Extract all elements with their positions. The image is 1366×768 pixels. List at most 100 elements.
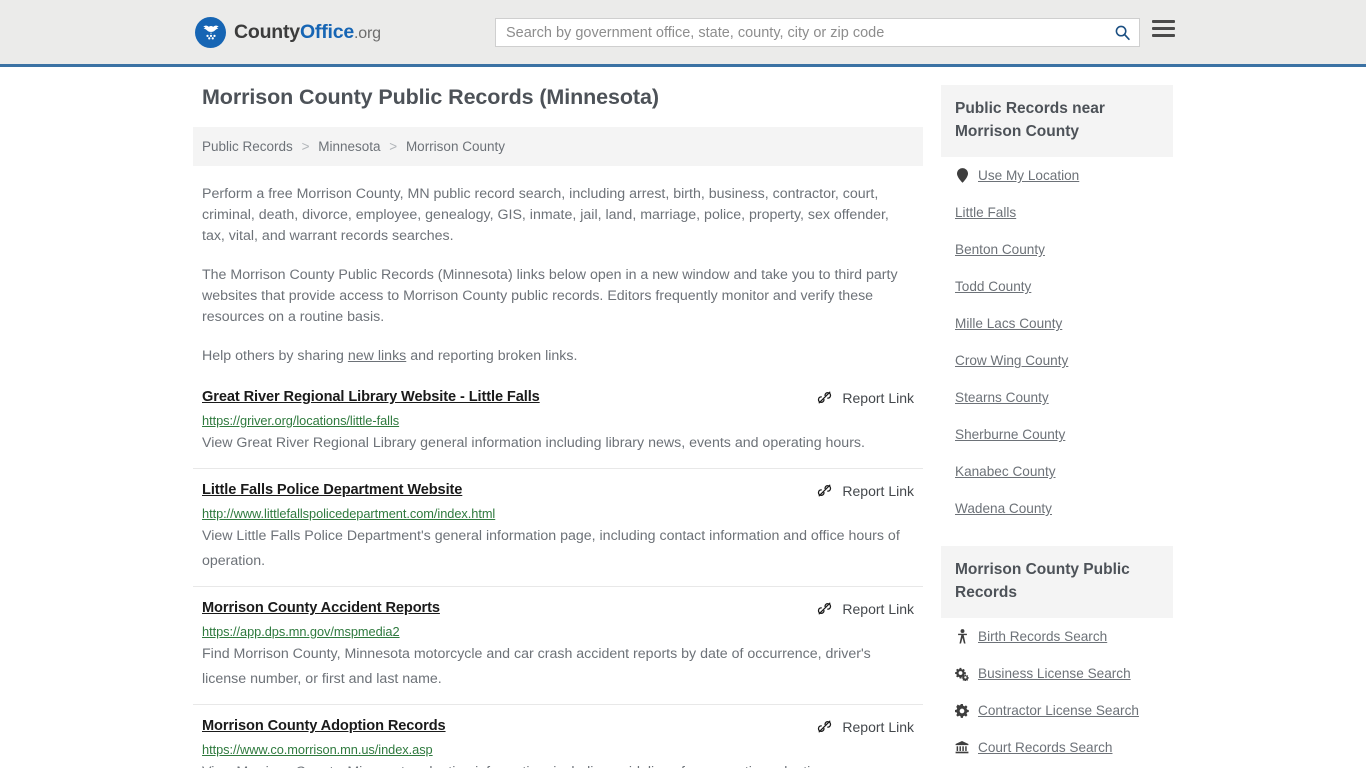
hamburger-bar bbox=[1152, 34, 1175, 37]
result-url[interactable]: http://www.littlefallspolicedepartment.c… bbox=[202, 506, 914, 521]
hamburger-bar bbox=[1152, 27, 1175, 30]
sidebar-link-label[interactable]: Kanabec County bbox=[955, 464, 1056, 479]
sidebar-heading-records: Morrison County Public Records bbox=[941, 546, 1173, 618]
sidebar: Public Records near Morrison County Use … bbox=[941, 85, 1173, 766]
result-item: Little Falls Police Department Website R… bbox=[193, 482, 923, 587]
report-link-button[interactable]: Report Link bbox=[816, 482, 914, 499]
sidebar-item-use-my-location[interactable]: Use My Location bbox=[955, 157, 1159, 194]
site-header: CountyOffice.org bbox=[0, 0, 1366, 67]
intro-text-after-link: and reporting broken links. bbox=[406, 348, 578, 364]
cogs-icon bbox=[955, 667, 969, 681]
sidebar-item-birth-records-search[interactable]: Birth Records Search bbox=[955, 618, 1159, 655]
sidebar-item-court-records-search[interactable]: Court Records Search bbox=[955, 729, 1159, 766]
result-description: Find Morrison County, Minnesota motorcyc… bbox=[202, 646, 871, 687]
result-item: Great River Regional Library Website - L… bbox=[193, 389, 923, 469]
breadcrumb-item-morrison-county[interactable]: Morrison County bbox=[406, 139, 505, 154]
breadcrumb-item-public-records[interactable]: Public Records bbox=[202, 139, 293, 154]
result-title-link[interactable]: Morrison County Adoption Records bbox=[202, 718, 446, 734]
hamburger-bar bbox=[1152, 20, 1175, 23]
sidebar-item-todd-county[interactable]: Todd County bbox=[955, 268, 1159, 305]
logo-text-county: County bbox=[234, 20, 300, 43]
broken-link-icon bbox=[818, 602, 832, 615]
page-container: Morrison County Public Records (Minnesot… bbox=[193, 67, 1173, 768]
result-title-link[interactable]: Morrison County Accident Reports bbox=[202, 600, 440, 616]
sidebar-link-label[interactable]: Contractor License Search bbox=[978, 703, 1139, 718]
eagle-seal-icon bbox=[195, 16, 226, 48]
sidebar-item-contractor-license-search[interactable]: Contractor License Search bbox=[955, 692, 1159, 729]
search-bar[interactable] bbox=[495, 18, 1140, 47]
sidebar-link-label[interactable]: Birth Records Search bbox=[978, 629, 1107, 644]
sidebar-item-benton-county[interactable]: Benton County bbox=[955, 231, 1159, 268]
sidebar-link-label[interactable]: Use My Location bbox=[978, 168, 1079, 183]
breadcrumb-separator-icon: > bbox=[389, 139, 398, 154]
results-list: Great River Regional Library Website - L… bbox=[193, 389, 923, 768]
sidebar-item-kanabec-county[interactable]: Kanabec County bbox=[955, 453, 1159, 490]
sidebar-near-list: Use My Location Little Falls Benton Coun… bbox=[941, 157, 1173, 527]
result-title-link[interactable]: Little Falls Police Department Website bbox=[202, 482, 462, 498]
search-icon bbox=[1115, 25, 1130, 41]
logo-text-office: Office bbox=[299, 20, 355, 43]
sidebar-link-label[interactable]: Court Records Search bbox=[978, 740, 1112, 755]
result-description: View Morrison County, Minnesota adoption… bbox=[202, 760, 914, 768]
intro-section: Perform a free Morrison County, MN publi… bbox=[193, 184, 923, 367]
baby-icon bbox=[955, 629, 969, 644]
report-link-button[interactable]: Report Link bbox=[816, 600, 914, 617]
broken-link-icon bbox=[818, 391, 832, 404]
sidebar-link-label[interactable]: Crow Wing County bbox=[955, 353, 1068, 368]
sidebar-link-label[interactable]: Mille Lacs County bbox=[955, 316, 1062, 331]
result-title-link[interactable]: Great River Regional Library Website - L… bbox=[202, 389, 540, 405]
intro-text-before-link: Help others by sharing bbox=[202, 348, 348, 364]
map-pin-icon bbox=[955, 168, 969, 183]
report-link-label: Report Link bbox=[842, 600, 914, 617]
site-logo[interactable]: CountyOffice.org bbox=[195, 16, 381, 48]
sidebar-link-label[interactable]: Stearns County bbox=[955, 390, 1049, 405]
result-header: Great River Regional Library Website - L… bbox=[202, 389, 914, 406]
search-input[interactable] bbox=[496, 24, 1105, 41]
logo-text-dotorg: .org bbox=[354, 24, 381, 42]
result-header: Morrison County Accident Reports Report … bbox=[202, 600, 914, 617]
sidebar-link-label[interactable]: Wadena County bbox=[955, 501, 1052, 516]
sidebar-link-label[interactable]: Benton County bbox=[955, 242, 1045, 257]
report-link-label: Report Link bbox=[842, 482, 914, 499]
intro-paragraph-2: The Morrison County Public Records (Minn… bbox=[202, 267, 898, 325]
sidebar-item-business-license-search[interactable]: Business License Search bbox=[955, 655, 1159, 692]
breadcrumb-separator-icon: > bbox=[301, 139, 310, 154]
report-link-button[interactable]: Report Link bbox=[816, 389, 914, 406]
result-description: View Great River Regional Library genera… bbox=[202, 435, 865, 451]
result-url[interactable]: https://app.dps.mn.gov/mspmedia2 bbox=[202, 624, 914, 639]
report-link-label: Report Link bbox=[842, 718, 914, 735]
breadcrumb-item-minnesota[interactable]: Minnesota bbox=[318, 139, 380, 154]
result-item: Morrison County Accident Reports Report … bbox=[193, 600, 923, 705]
result-url[interactable]: https://www.co.morrison.mn.us/index.asp bbox=[202, 742, 914, 757]
sidebar-item-mille-lacs-county[interactable]: Mille Lacs County bbox=[955, 305, 1159, 342]
sidebar-link-label[interactable]: Sherburne County bbox=[955, 427, 1065, 442]
site-logo-text: CountyOffice.org bbox=[234, 21, 381, 44]
cog-icon bbox=[955, 703, 969, 718]
result-header: Little Falls Police Department Website R… bbox=[202, 482, 914, 499]
main-column: Morrison County Public Records (Minnesot… bbox=[193, 85, 923, 768]
sidebar-records-list: Birth Records Search Business License Se… bbox=[941, 618, 1173, 766]
new-links-link[interactable]: new links bbox=[348, 348, 406, 364]
sidebar-records-block: Morrison County Public Records Birth Rec… bbox=[941, 546, 1173, 766]
broken-link-icon bbox=[818, 720, 832, 733]
report-link-button[interactable]: Report Link bbox=[816, 718, 914, 735]
sidebar-item-stearns-county[interactable]: Stearns County bbox=[955, 379, 1159, 416]
hamburger-menu-icon[interactable] bbox=[1152, 20, 1175, 37]
sidebar-link-label[interactable]: Business License Search bbox=[978, 666, 1131, 681]
intro-paragraph-3: Help others by sharing new links and rep… bbox=[202, 346, 914, 367]
sidebar-item-wadena-county[interactable]: Wadena County bbox=[955, 490, 1159, 527]
sidebar-item-sherburne-county[interactable]: Sherburne County bbox=[955, 416, 1159, 453]
breadcrumb: Public Records > Minnesota > Morrison Co… bbox=[193, 127, 923, 166]
report-link-label: Report Link bbox=[842, 389, 914, 406]
courthouse-icon bbox=[955, 741, 969, 754]
result-description: View Little Falls Police Department's ge… bbox=[202, 528, 900, 569]
sidebar-item-crow-wing-county[interactable]: Crow Wing County bbox=[955, 342, 1159, 379]
result-url[interactable]: https://griver.org/locations/little-fall… bbox=[202, 413, 914, 428]
intro-paragraph-1: Perform a free Morrison County, MN publi… bbox=[202, 186, 889, 244]
sidebar-heading-near: Public Records near Morrison County bbox=[941, 85, 1173, 157]
page-title: Morrison County Public Records (Minnesot… bbox=[202, 85, 659, 109]
sidebar-item-little-falls[interactable]: Little Falls bbox=[955, 194, 1159, 231]
search-button[interactable] bbox=[1105, 19, 1139, 46]
sidebar-link-label[interactable]: Todd County bbox=[955, 279, 1031, 294]
sidebar-link-label[interactable]: Little Falls bbox=[955, 205, 1016, 220]
